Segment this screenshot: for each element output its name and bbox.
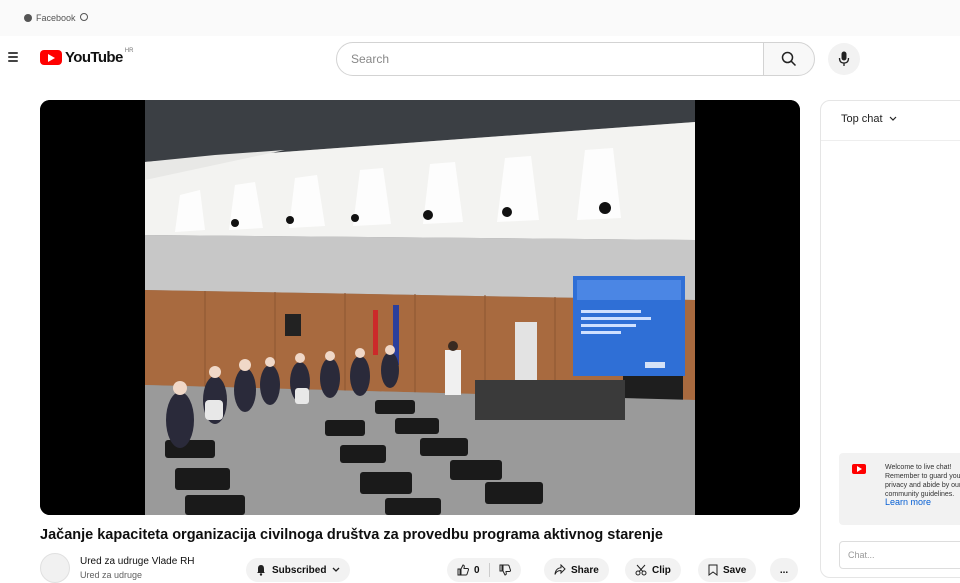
search-input[interactable] [337,43,763,75]
bookmark-facebook[interactable]: Facebook [24,13,76,23]
more-icon: ... [779,564,789,576]
logo-text: YouTube [65,49,123,66]
clip-button[interactable]: Clip [625,558,681,582]
welcome-text: Welcome to live chat! Remember to guard … [885,464,960,498]
menu-icon[interactable] [8,52,18,62]
chat-welcome-message: Welcome to live chat! Remember to guard … [839,453,960,525]
clip-label: Clip [652,564,671,576]
learn-more-link[interactable]: Learn more [885,497,931,507]
bell-icon [257,565,265,576]
more-actions-button[interactable]: ... [770,558,798,582]
video-player[interactable] [40,100,800,515]
chevron-down-icon [889,116,897,121]
thumbs-up-icon[interactable] [457,564,469,576]
live-chat-panel: Top chat Welcome to live chat! Remember … [820,100,960,578]
bookmark-icon-only[interactable] [80,13,88,21]
logo-country-code: HR [124,48,134,54]
chat-input[interactable] [839,541,960,569]
search-box [336,42,764,76]
save-button[interactable]: Save [698,558,757,582]
chevron-down-icon [333,567,340,572]
bookmark-label: Facebook [36,13,76,23]
like-count: 0 [474,564,480,576]
subscribe-button[interactable]: Subscribed [246,558,351,582]
search-icon [781,51,797,67]
youtube-play-icon [40,50,62,65]
divider [488,563,490,577]
share-label: Share [571,564,599,576]
video-title: Jačanje kapaciteta organizacija civilnog… [40,527,663,543]
chat-header[interactable]: Top chat [821,101,960,141]
like-dislike-group: 0 [447,558,521,582]
share-button[interactable]: Share [544,558,609,582]
youtube-play-icon [852,464,866,474]
facebook-icon [24,14,32,22]
video-frame [40,100,800,515]
subscribe-label: Subscribed [272,564,327,576]
channel-name[interactable]: Ured za udruge Vlade RH [80,556,195,567]
voice-search-button[interactable] [828,43,860,75]
youtube-logo[interactable]: YouTube HR [40,48,134,66]
thumbs-down-icon[interactable] [499,564,511,576]
bookmark-icon [708,564,718,576]
globe-icon [80,13,88,21]
chat-mode-label: Top chat [841,113,883,125]
share-icon [554,564,566,575]
bookmarks-bar: Facebook [0,0,960,36]
search-button[interactable] [763,42,815,76]
scissors-icon [635,564,647,576]
video-scene [145,100,695,515]
microphone-icon [838,51,850,66]
channel-avatar[interactable] [40,553,70,583]
save-label: Save [723,564,747,576]
channel-subtitle: Ured za udruge [80,570,143,580]
